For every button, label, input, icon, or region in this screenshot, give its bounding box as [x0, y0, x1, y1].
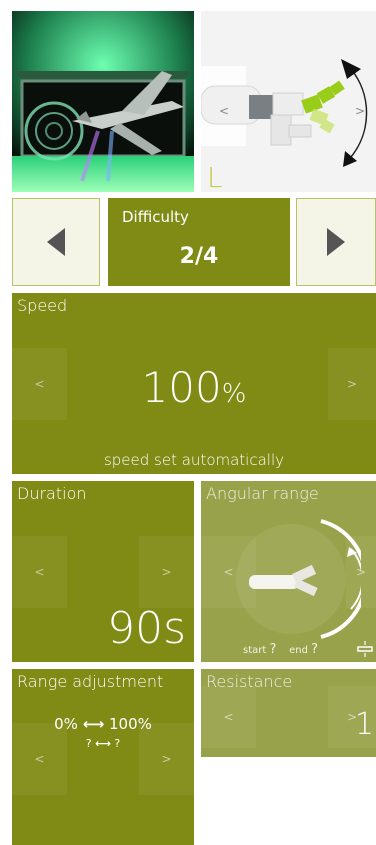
- duration-tile: Duration < > 90s: [12, 481, 194, 662]
- start-value: ?: [269, 642, 277, 657]
- hand-exercise-image[interactable]: < > L: [201, 11, 376, 192]
- end-value: ?: [311, 642, 319, 657]
- spaceship-game-illustration: [12, 11, 194, 192]
- sub-range-to: ?: [114, 737, 121, 750]
- angular-range-tile: Angular range < > start ? end ?: [201, 481, 376, 662]
- double-arrow-icon: ⟷: [82, 715, 105, 733]
- range-adjustment-tile: Range adjustment < > 0% ⟷ 100% ? ⟷ ?: [12, 669, 194, 845]
- difficulty-panel: Difficulty 2/4: [108, 198, 290, 286]
- range-adjustment-sub: ? ⟷ ?: [12, 737, 194, 750]
- game-preview-image[interactable]: [12, 11, 194, 192]
- speed-value-group: 100%: [12, 363, 376, 412]
- duration-title: Duration: [17, 484, 87, 503]
- difficulty-decrease-button[interactable]: [12, 198, 100, 286]
- duration-decrease-button[interactable]: <: [12, 535, 67, 608]
- speed-value: 100: [141, 363, 222, 412]
- angular-range-illustration: [236, 519, 361, 639]
- range-adjustment-decrease-button[interactable]: <: [12, 723, 67, 795]
- duration-value: 90s: [107, 603, 186, 654]
- link-icon[interactable]: [356, 640, 374, 658]
- difficulty-increase-button[interactable]: [296, 198, 376, 286]
- resistance-value: 1: [354, 707, 374, 742]
- finger-movement-illustration: [201, 59, 368, 167]
- sub-range-from: ?: [85, 737, 92, 750]
- start-label: start: [243, 645, 267, 656]
- angular-range-readout: start ? end ?: [243, 642, 318, 657]
- range-adjustment-main: 0% ⟷ 100%: [12, 715, 194, 733]
- prev-image-arrow[interactable]: <: [219, 104, 229, 118]
- chevron-left-icon: [47, 228, 65, 256]
- hand-side-label: L: [207, 161, 223, 192]
- range-adjustment-title: Range adjustment: [17, 672, 164, 691]
- resistance-decrease-button[interactable]: <: [201, 686, 256, 748]
- speed-note: speed set automatically: [103, 451, 285, 469]
- angular-range-title: Angular range: [206, 484, 319, 503]
- difficulty-label: Difficulty: [122, 208, 189, 226]
- next-image-arrow[interactable]: >: [355, 104, 365, 118]
- double-arrow-small-icon: ⟷: [95, 737, 111, 750]
- end-label: end: [289, 645, 308, 656]
- difficulty-value: 2/4: [179, 244, 219, 269]
- range-from: 0%: [54, 715, 78, 733]
- chevron-right-icon: [327, 228, 345, 256]
- speed-unit: %: [221, 379, 247, 409]
- duration-increase-button[interactable]: >: [139, 535, 194, 608]
- speed-tile: Speed < > 100% speed set automatically: [12, 293, 376, 474]
- resistance-tile: Resistance < > 1: [201, 669, 376, 757]
- range-adjustment-increase-button[interactable]: >: [139, 723, 194, 795]
- range-to: 100%: [108, 715, 152, 733]
- speed-title: Speed: [17, 296, 68, 315]
